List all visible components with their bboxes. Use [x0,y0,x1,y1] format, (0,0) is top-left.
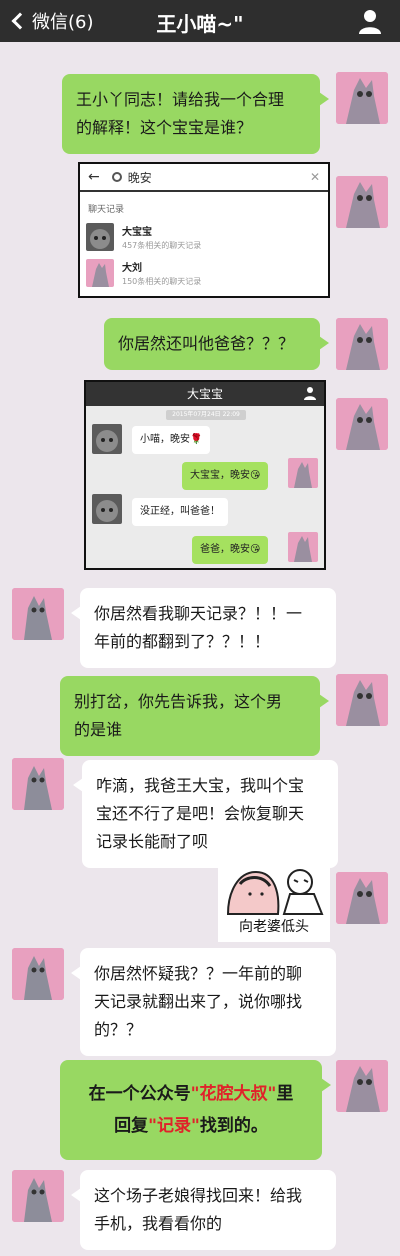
search-query: 晚安 [127,170,152,185]
screenshot-message: 爸爸，晚安😘 [192,536,269,564]
message-text: 回复 [114,1116,149,1136]
search-icon [111,172,122,182]
close-icon: ✕ [309,170,320,184]
person-icon[interactable] [358,8,382,34]
result-name: 大宝宝 [122,227,152,238]
message-text: 宝还不行了是吧！会恢复聊天 [96,804,305,823]
message-text: 里 [276,1084,294,1104]
arrow-left-icon: ← [88,169,100,185]
result-sub: 457条相关的聊天记录 [122,241,202,250]
message-text: 你居然还叫他爸爸？？？ [118,334,295,353]
search-screenshot-image[interactable]: ← 晚安 ✕ 聊天记录 大宝宝 457条相关的聊天记录 大刘 150条相关的聊天… [78,162,330,298]
search-bar: ← 晚安 ✕ [80,164,328,192]
message-text: 找到的。 [199,1116,268,1136]
message-text: 年前的都翻到了？？！！ [94,632,271,651]
pink-avatar [288,532,318,562]
screenshot-messages: 2015年07月24日 22:09 小喵，晚安🌹 大宝宝，晚安😘 没正经，叫爸爸… [86,406,324,568]
message-text: 的是谁 [74,720,123,739]
cat-avatar [86,223,114,251]
pink-avatar [86,259,114,287]
sticker-drawing-icon [226,869,324,915]
message-text: 你居然怀疑我？？一年前的聊 [94,964,303,983]
back-label: 微信(6) [32,12,94,33]
message-bubble-received[interactable]: 这个场子老娘得找回来！给我 手机，我看看你的 [71,1170,336,1250]
my-avatar[interactable] [336,176,388,228]
person-icon [304,387,316,400]
sticker-image[interactable]: 向老婆低头 [218,862,330,942]
message-line: 在一个公众号"花腔大叔"里 [70,1078,312,1110]
list-item: 大刘 150条相关的聊天记录 [80,255,328,291]
chevron-left-icon [11,12,29,30]
contact-avatar[interactable] [12,758,64,810]
message-text: 手机，我看看你的 [94,1214,223,1233]
message-bubble-sent[interactable]: 在一个公众号"花腔大叔"里 回复"记录"找到的。 [60,1060,331,1160]
my-avatar[interactable] [336,872,388,924]
screenshot-message: 大宝宝，晚安😘 [182,462,269,490]
message-text: 天记录就翻出来了，说你哪找 [94,992,303,1011]
my-avatar[interactable] [336,674,388,726]
message-text: 别打岔，你先告诉我，这个男 [74,692,283,711]
screenshot-header: 大宝宝 [86,382,324,406]
message-text: 的？？ [94,1020,143,1039]
pink-avatar [288,458,318,488]
screenshot-title: 大宝宝 [186,387,223,401]
contact-avatar[interactable] [12,948,64,1000]
message-text: 你居然看我聊天记录？！！一 [94,604,303,623]
timestamp: 2015年07月24日 22:09 [166,410,246,420]
cat-avatar [92,494,122,524]
contact-avatar[interactable] [12,588,64,640]
back-button[interactable]: 微信(6) [8,8,94,34]
message-list[interactable]: 王小丫同志！请给我一个合理 的解释！这个宝宝是谁？ ← 晚安 ✕ 聊天记录 大宝… [0,42,400,1256]
chat-screenshot-image[interactable]: 大宝宝 2015年07月24日 22:09 小喵，晚安🌹 大宝宝，晚安😘 没正经… [84,380,326,570]
message-text: 咋滴，我爸王大宝，我叫个宝 [96,776,305,795]
message-text: 在一个公众号 [88,1084,191,1104]
section-label: 聊天记录 [88,205,125,215]
message-bubble-sent[interactable]: 王小丫同志！请给我一个合理 的解释！这个宝宝是谁？ [62,74,329,154]
highlight-text: "花腔大叔" [190,1084,277,1104]
message-text: 这个场子老娘得找回来！给我 [94,1186,303,1205]
screenshot-message: 小喵，晚安🌹 [132,426,211,454]
message-text: 的解释！这个宝宝是谁？ [76,118,253,137]
message-bubble-received[interactable]: 你居然怀疑我？？一年前的聊 天记录就翻出来了，说你哪找 的？？ [71,948,336,1056]
message-text: 记录长能耐了呗 [96,832,209,851]
highlight-text: "记录" [148,1116,200,1136]
my-avatar[interactable] [336,1060,388,1112]
my-avatar[interactable] [336,398,388,450]
message-text: 王小丫同志！请给我一个合理 [76,90,285,109]
my-avatar[interactable] [336,318,388,370]
message-bubble-sent[interactable]: 别打岔，你先告诉我，这个男 的是谁 [60,676,329,756]
message-bubble-received[interactable]: 咋滴，我爸王大宝，我叫个宝 宝还不行了是吧！会恢复聊天 记录长能耐了呗 [73,760,338,868]
message-bubble-received[interactable]: 你居然看我聊天记录？！！一 年前的都翻到了？？！！ [71,588,336,668]
message-bubble-sent[interactable]: 你居然还叫他爸爸？？？ [104,318,329,370]
message-line: 回复"记录"找到的。 [70,1110,312,1142]
sticker-caption: 向老婆低头 [239,919,309,935]
result-name: 大刘 [122,263,142,274]
cat-avatar [92,424,122,454]
my-avatar[interactable] [336,72,388,124]
list-item: 大宝宝 457条相关的聊天记录 [80,219,328,255]
chat-header: 微信(6) 王小喵~" [0,0,400,42]
result-sub: 150条相关的聊天记录 [122,277,202,286]
contact-avatar[interactable] [12,1170,64,1222]
screenshot-message: 没正经，叫爸爸！ [132,498,228,526]
